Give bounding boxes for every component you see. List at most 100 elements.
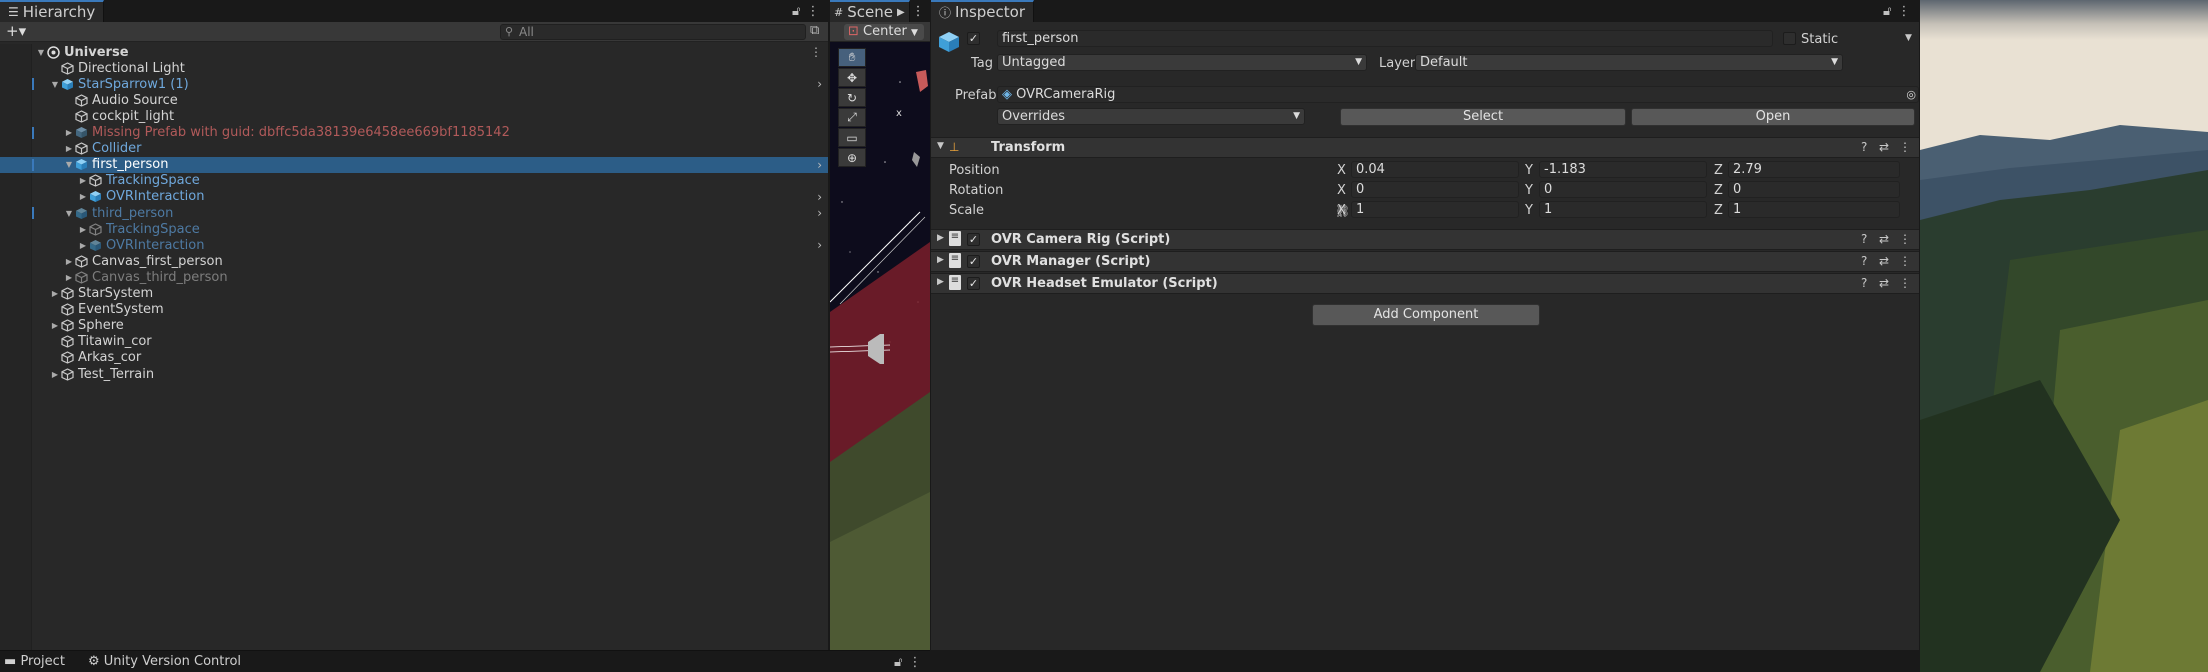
presets-icon[interactable]: ⇄ bbox=[1879, 276, 1889, 290]
component-enabled-checkbox[interactable]: ✓ bbox=[967, 233, 980, 246]
chevron-right-icon[interactable]: › bbox=[817, 158, 822, 172]
hierarchy-row[interactable]: Audio Source bbox=[0, 92, 828, 108]
x-axis-label[interactable]: X bbox=[1337, 183, 1346, 198]
chevron-right-icon[interactable]: › bbox=[817, 206, 822, 220]
scale-x-field[interactable]: 1 bbox=[1351, 201, 1519, 218]
transform-component-header[interactable]: ▼ ⊥ Transform ? ⇄ ⋮ bbox=[931, 137, 1919, 158]
y-axis-label[interactable]: Y bbox=[1525, 183, 1533, 198]
fold-closed-icon[interactable]: ▶ bbox=[78, 176, 88, 185]
fold-closed-icon[interactable]: ▶ bbox=[78, 225, 88, 234]
z-axis-label[interactable]: Z bbox=[1714, 183, 1723, 198]
target-icon[interactable]: ◎ bbox=[1906, 87, 1916, 102]
kebab-menu-icon[interactable]: ⋮ bbox=[1899, 140, 1911, 154]
tab-project[interactable]: ▬ Project bbox=[4, 654, 65, 669]
fold-closed-icon[interactable]: ▶ bbox=[50, 289, 60, 298]
tab-inspector[interactable]: ⓘ Inspector bbox=[931, 0, 1034, 22]
layer-dropdown[interactable]: Default ▼ bbox=[1415, 54, 1843, 71]
hierarchy-row[interactable]: ▶ OVRInteraction › bbox=[0, 237, 828, 253]
fold-closed-icon[interactable]: ▶ bbox=[64, 144, 74, 153]
fold-open-icon[interactable]: ▼ bbox=[50, 80, 60, 89]
rotation-z-field[interactable]: 0 bbox=[1728, 181, 1900, 198]
hierarchy-row[interactable]: ▶ Canvas_third_person bbox=[0, 269, 828, 285]
position-z-field[interactable]: 2.79 bbox=[1728, 161, 1900, 178]
y-axis-label[interactable]: Y bbox=[1525, 163, 1533, 178]
fold-closed-icon[interactable]: ▶ bbox=[64, 128, 74, 137]
scene-viewport[interactable]: x ✋︎ ✥ ↻ ⤢ ▭ ⊕ bbox=[830, 42, 930, 650]
kebab-menu-icon[interactable]: ⋮ bbox=[810, 45, 822, 59]
hand-tool[interactable]: ✋︎ bbox=[838, 48, 866, 67]
chevron-right-icon[interactable]: › bbox=[817, 238, 822, 252]
rotation-x-field[interactable]: 0 bbox=[1351, 181, 1519, 198]
hierarchy-row[interactable]: Arkas_cor bbox=[0, 350, 828, 366]
lock-icon[interactable]: 🔓︎ bbox=[1883, 4, 1891, 19]
kebab-menu-icon[interactable]: ⋮ bbox=[1899, 276, 1911, 290]
kebab-menu-icon[interactable]: ⋮ bbox=[912, 4, 925, 19]
hierarchy-row[interactable]: ▶ Missing Prefab with guid: dbffc5da38139… bbox=[0, 125, 828, 141]
hierarchy-row[interactable]: EventSystem bbox=[0, 302, 828, 318]
hierarchy-row[interactable]: ▶ OVRInteraction › bbox=[0, 189, 828, 205]
tag-dropdown[interactable]: Untagged ▼ bbox=[997, 54, 1367, 71]
tab-version-control[interactable]: ⚙ Unity Version Control bbox=[88, 654, 241, 669]
tab-scene[interactable]: # Scene ▶ bbox=[830, 0, 910, 22]
kebab-menu-icon[interactable]: ⋮ bbox=[1899, 254, 1911, 268]
fold-closed-icon[interactable]: ▶ bbox=[64, 257, 74, 266]
hierarchy-row[interactable]: ▶ TrackingSpace bbox=[0, 221, 828, 237]
component-enabled-checkbox[interactable]: ✓ bbox=[967, 255, 980, 268]
kebab-menu-icon[interactable]: ⋮ bbox=[806, 4, 819, 19]
search-input[interactable]: ⚲ All bbox=[500, 24, 806, 40]
fold-closed-icon[interactable]: ▶ bbox=[78, 241, 88, 250]
scale-tool[interactable]: ⤢ bbox=[838, 108, 866, 127]
lock-icon[interactable]: 🔓︎ bbox=[792, 4, 800, 19]
hierarchy-row[interactable]: ▼ first_person › bbox=[0, 156, 828, 173]
hierarchy-row[interactable]: cockpit_light bbox=[0, 108, 828, 124]
add-component-button[interactable]: Add Component bbox=[1312, 304, 1540, 326]
rotation-y-field[interactable]: 0 bbox=[1539, 181, 1707, 198]
script-component-header[interactable]: ▶ ≡ ✓ OVR Manager (Script)? ⇄ ⋮ bbox=[931, 251, 1919, 272]
prefab-field[interactable]: ◈ OVRCameraRig ◎ bbox=[997, 86, 1919, 103]
fold-open-icon[interactable]: ▼ bbox=[36, 48, 46, 57]
position-y-field[interactable]: -1.183 bbox=[1539, 161, 1707, 178]
hierarchy-row[interactable]: ▶ Canvas_first_person bbox=[0, 253, 828, 269]
select-button[interactable]: Select bbox=[1340, 108, 1626, 126]
scale-z-field[interactable]: 1 bbox=[1728, 201, 1900, 218]
kebab-menu-icon[interactable]: ⋮ bbox=[908, 655, 921, 670]
presets-icon[interactable]: ⇄ bbox=[1879, 140, 1889, 154]
hierarchy-row[interactable]: ▼ StarSparrow1 (1) › bbox=[0, 76, 828, 92]
z-axis-label[interactable]: Z bbox=[1714, 163, 1723, 178]
help-icon[interactable]: ? bbox=[1861, 232, 1867, 246]
scene-visibility-icon[interactable]: ⧉ bbox=[810, 23, 819, 38]
fold-closed-icon[interactable]: ▶ bbox=[78, 192, 88, 201]
hierarchy-row[interactable]: ▶ Collider bbox=[0, 141, 828, 157]
script-component-header[interactable]: ▶ ≡ ✓ OVR Headset Emulator (Script)? ⇄ ⋮ bbox=[931, 273, 1919, 294]
fold-closed-icon[interactable]: ▶ bbox=[50, 321, 60, 330]
rotate-tool[interactable]: ↻ bbox=[838, 88, 866, 107]
lock-icon[interactable]: 🔓︎ bbox=[894, 655, 902, 670]
static-checkbox[interactable] bbox=[1783, 32, 1796, 45]
fold-closed-icon[interactable]: ▶ bbox=[64, 273, 74, 282]
hierarchy-row[interactable]: ▼ third_person › bbox=[0, 205, 828, 221]
scale-y-field[interactable]: 1 bbox=[1539, 201, 1707, 218]
rect-tool[interactable]: ▭ bbox=[838, 128, 866, 147]
fold-closed-icon[interactable]: ▶ bbox=[50, 370, 60, 379]
component-enabled-checkbox[interactable]: ✓ bbox=[967, 277, 980, 290]
hierarchy-row[interactable]: ▶ Test_Terrain bbox=[0, 366, 828, 382]
x-axis-label[interactable]: X bbox=[1337, 163, 1346, 178]
help-icon[interactable]: ? bbox=[1861, 276, 1867, 290]
presets-icon[interactable]: ⇄ bbox=[1879, 254, 1889, 268]
transform-tool[interactable]: ⊕ bbox=[838, 148, 866, 167]
pivot-dropdown[interactable]: ⊡ Center ▼ bbox=[844, 24, 924, 40]
presets-icon[interactable]: ⇄ bbox=[1879, 232, 1889, 246]
hierarchy-row[interactable]: ▶ TrackingSpace bbox=[0, 173, 828, 189]
hierarchy-row[interactable]: Titawin_cor bbox=[0, 334, 828, 350]
active-checkbox[interactable]: ✓ bbox=[967, 32, 980, 45]
x-axis-label[interactable]: X bbox=[1337, 203, 1346, 218]
hierarchy-row[interactable]: ▶ Sphere bbox=[0, 318, 828, 334]
overrides-dropdown[interactable]: Overrides ▼ bbox=[997, 108, 1305, 125]
fold-open-icon[interactable]: ▼ bbox=[64, 209, 74, 218]
chevron-right-icon[interactable]: › bbox=[817, 77, 822, 91]
z-axis-label[interactable]: Z bbox=[1714, 203, 1723, 218]
move-tool[interactable]: ✥ bbox=[838, 68, 866, 87]
fold-open-icon[interactable]: ▼ bbox=[64, 160, 74, 169]
chevron-right-icon[interactable]: › bbox=[817, 190, 822, 204]
hierarchy-row[interactable]: ▼ Universe ⋮ bbox=[0, 44, 828, 60]
